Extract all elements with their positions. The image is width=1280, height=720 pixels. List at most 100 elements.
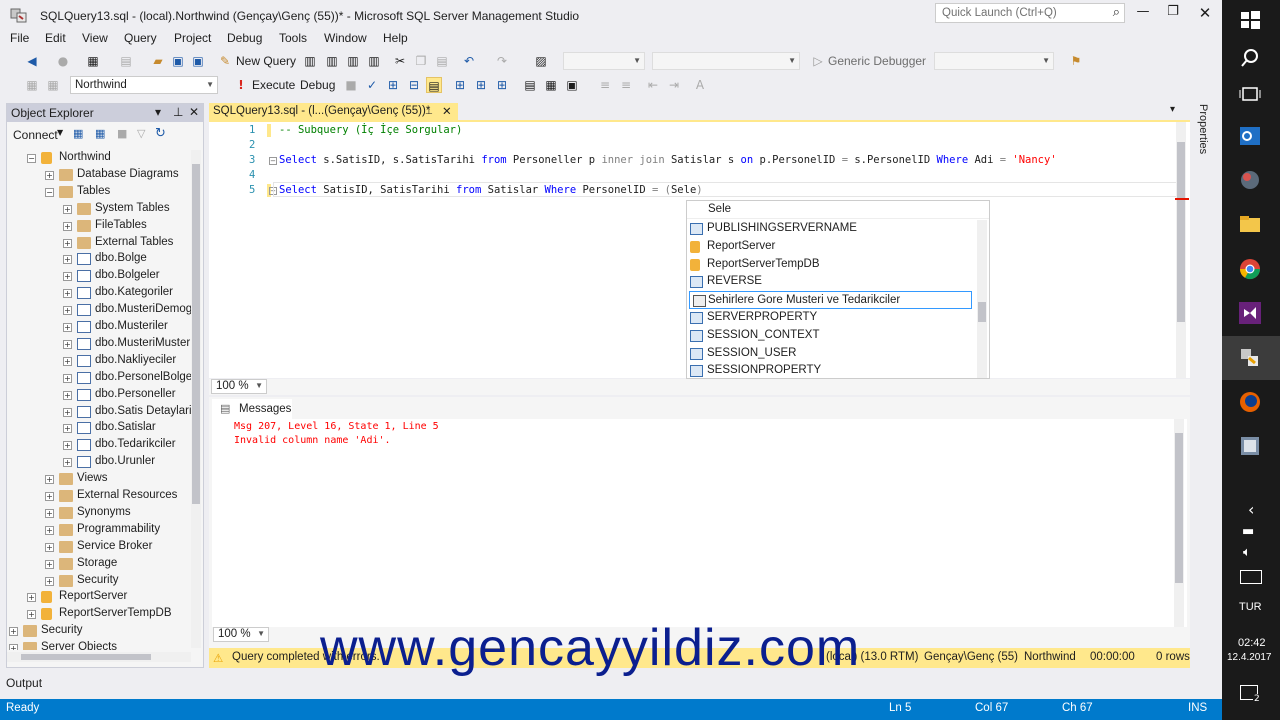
connect-button[interactable]: Connect xyxy=(13,128,58,142)
intellisense-item[interactable]: ReportServerTempDB xyxy=(687,256,974,274)
expand-icon[interactable]: + xyxy=(45,525,54,535)
new-query-button[interactable]: New Query xyxy=(236,54,296,68)
tree-vertical-scrollbar[interactable] xyxy=(191,150,201,648)
expand-icon[interactable]: + xyxy=(63,323,72,332)
menu-query[interactable]: Query xyxy=(124,31,157,45)
restore-button[interactable]: ❐ xyxy=(1158,4,1188,24)
menu-debug[interactable]: Debug xyxy=(227,31,262,45)
expand-icon[interactable]: + xyxy=(63,339,72,349)
expand-icon[interactable]: + xyxy=(63,373,72,383)
results-to-icon[interactable]: ▤ xyxy=(426,77,442,93)
query-db-icon[interactable]: ▥ xyxy=(302,53,318,69)
messages-zoom-combo[interactable]: 100 % ▼ xyxy=(213,627,269,642)
comment-icon[interactable]: ≡ xyxy=(597,77,613,93)
execute-button[interactable]: Execute xyxy=(252,78,295,92)
expand-icon[interactable]: + xyxy=(63,390,72,400)
open-file-icon[interactable]: ▰ xyxy=(150,53,166,69)
find-in-files-icon[interactable]: ⚑ xyxy=(1068,53,1084,69)
output-tab[interactable]: Output xyxy=(6,676,42,690)
tab-dropdown-icon[interactable]: ▾ xyxy=(1170,104,1175,115)
expand-icon[interactable]: + xyxy=(45,576,54,586)
paste-icon[interactable]: ▤ xyxy=(434,53,450,69)
uncomment-icon[interactable]: ≡ xyxy=(618,77,634,93)
expand-icon[interactable]: + xyxy=(63,238,72,248)
clock-date[interactable]: 12.4.2017 xyxy=(1227,652,1272,663)
expand-icon[interactable]: + xyxy=(63,458,72,468)
menu-file[interactable]: File xyxy=(10,31,29,45)
expand-icon[interactable]: + xyxy=(63,306,72,316)
editor-zoom-combo[interactable]: 100 % ▼ xyxy=(211,379,267,394)
solution-config-combo[interactable]: ▼ xyxy=(563,52,645,70)
chrome-icon[interactable] xyxy=(1238,257,1262,281)
pin-icon[interactable]: ⊥ xyxy=(425,106,433,117)
save-icon[interactable]: ▣ xyxy=(170,53,186,69)
app-icon-2[interactable] xyxy=(1238,434,1262,458)
cancel-query-icon[interactable]: ■ xyxy=(343,77,359,93)
results-file-icon[interactable]: ▣ xyxy=(564,77,580,93)
results-text-icon[interactable]: ▤ xyxy=(522,77,538,93)
expand-icon[interactable]: + xyxy=(9,644,18,650)
debug-button[interactable]: Debug xyxy=(300,78,335,92)
save-all-icon[interactable]: ▣ xyxy=(190,53,206,69)
connect-dropdown-icon[interactable]: ▼ xyxy=(57,128,63,137)
keyboard-icon[interactable] xyxy=(1240,570,1262,584)
clock-time[interactable]: 02:42 xyxy=(1238,637,1266,649)
expand-icon[interactable]: + xyxy=(9,627,18,637)
expand-icon[interactable]: + xyxy=(63,204,72,214)
results-grid-icon[interactable]: ▦ xyxy=(543,77,559,93)
tree-horizontal-scrollbar[interactable] xyxy=(7,652,191,662)
expand-icon[interactable]: + xyxy=(27,610,36,620)
intellisense-item[interactable]: SESSIONPROPERTY xyxy=(687,362,974,380)
ssms-taskbar-icon[interactable] xyxy=(1238,346,1262,370)
change-connection-icon[interactable]: ▦ xyxy=(45,77,61,93)
connect-icon[interactable]: ▦ xyxy=(24,77,40,93)
collapse-icon[interactable]: − xyxy=(45,187,54,197)
disconnect-icon[interactable]: ▦ xyxy=(95,127,105,140)
intellisense-item[interactable]: ReportServer xyxy=(687,238,974,256)
intellisense-item[interactable]: SESSION_CONTEXT xyxy=(687,327,974,345)
expand-icon[interactable]: + xyxy=(63,441,72,451)
filter-icon[interactable]: ▽ xyxy=(137,127,145,140)
client-stats-icon[interactable]: ⊞ xyxy=(494,77,510,93)
pin-icon[interactable]: ⊥ xyxy=(173,105,183,119)
expand-icon[interactable]: + xyxy=(45,542,54,552)
properties-side-tab[interactable]: Properties xyxy=(1195,104,1209,164)
tab-messages[interactable]: ▤ Messages xyxy=(212,399,292,419)
available-databases-combo[interactable]: Northwind ▼ xyxy=(70,76,218,94)
minimize-button[interactable]: — xyxy=(1128,4,1158,24)
intellisense-item[interactable]: SESSION_USER xyxy=(687,345,974,363)
scrollbar-thumb[interactable] xyxy=(1175,433,1183,583)
generic-debugger-button[interactable]: Generic Debugger xyxy=(828,54,926,68)
stop-icon[interactable]: ■ xyxy=(117,127,127,140)
expand-icon[interactable]: + xyxy=(63,221,72,231)
menu-edit[interactable]: Edit xyxy=(45,31,66,45)
estimated-plan-icon[interactable]: ⊞ xyxy=(385,77,401,93)
collapse-icon[interactable]: − xyxy=(269,157,277,165)
back-icon[interactable]: ◀ xyxy=(24,53,40,69)
outlook-icon[interactable] xyxy=(1238,124,1262,148)
expand-icon[interactable]: + xyxy=(63,407,72,417)
menu-project[interactable]: Project xyxy=(174,31,211,45)
live-stats-icon[interactable]: ⊞ xyxy=(473,77,489,93)
debug-target-combo[interactable]: ▼ xyxy=(934,52,1054,70)
expand-icon[interactable]: + xyxy=(63,255,72,265)
scrollbar-thumb[interactable] xyxy=(1177,142,1185,322)
menu-help[interactable]: Help xyxy=(383,31,408,45)
language-indicator[interactable]: TUR xyxy=(1239,601,1262,613)
include-plan-icon[interactable]: ⊞ xyxy=(452,77,468,93)
increase-indent-icon[interactable]: ⇥ xyxy=(666,77,682,93)
query-mdx-icon[interactable]: ▥ xyxy=(324,53,340,69)
menu-tools[interactable]: Tools xyxy=(279,31,307,45)
expand-icon[interactable]: + xyxy=(45,559,54,569)
expand-icon[interactable]: + xyxy=(63,356,72,366)
platform-combo[interactable]: ▼ xyxy=(652,52,800,70)
expand-icon[interactable]: + xyxy=(45,475,54,485)
task-view-icon[interactable] xyxy=(1238,82,1262,106)
visual-studio-icon[interactable] xyxy=(1238,301,1262,325)
query-designer-icon[interactable]: ⊟ xyxy=(406,77,422,93)
expand-icon[interactable]: + xyxy=(45,170,54,180)
intellisense-item[interactable]: Sehirlere Gore Musteri ve Tedarikciler xyxy=(689,291,972,310)
expand-icon[interactable]: + xyxy=(27,593,36,603)
quick-launch-input[interactable]: Quick Launch (Ctrl+Q) ⌕ xyxy=(935,3,1125,23)
intellisense-popup[interactable]: Sele PUBLISHINGSERVERNAME ReportServer Rep… xyxy=(686,200,990,379)
